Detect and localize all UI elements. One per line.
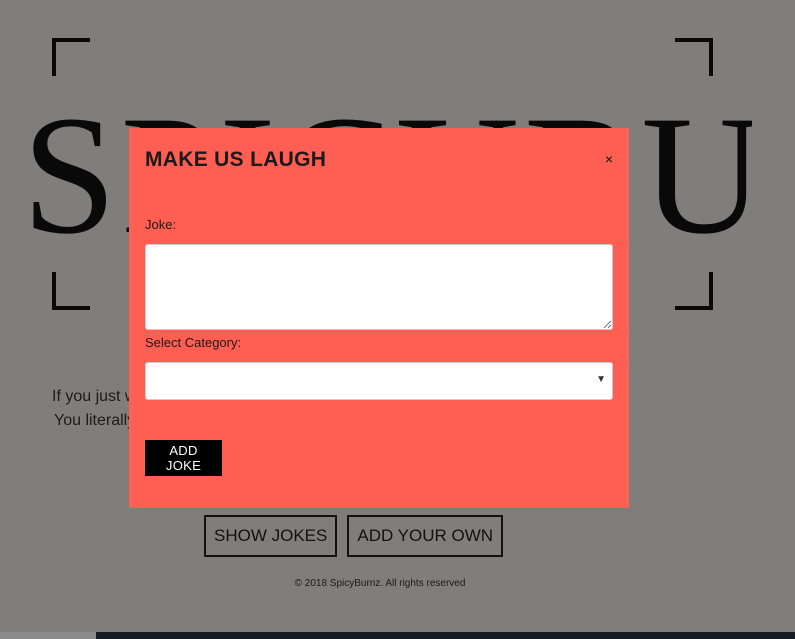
joke-textarea[interactable]	[145, 244, 613, 330]
joke-label: Joke:	[145, 217, 177, 232]
chevron-down-icon: ▼	[596, 374, 606, 385]
category-select[interactable]: ▼	[145, 362, 613, 400]
category-label: Select Category:	[145, 335, 242, 350]
close-icon[interactable]: ×	[605, 151, 613, 167]
add-joke-modal: MAKE US LAUGH × Joke: Select Category: ▼…	[129, 128, 629, 508]
add-joke-button[interactable]: ADD JOKE	[145, 440, 222, 476]
modal-title: MAKE US LAUGH	[145, 148, 327, 171]
